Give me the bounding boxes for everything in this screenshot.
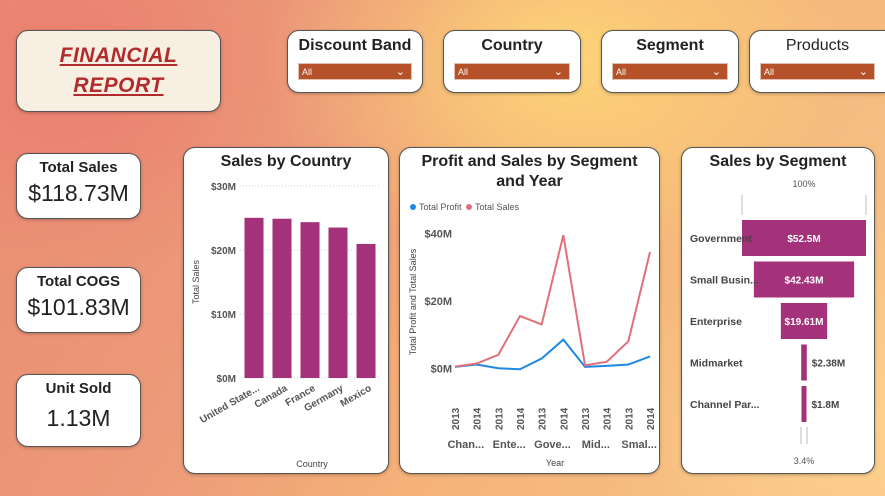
kpi-total-sales: Total Sales $118.73M xyxy=(16,153,141,219)
y-tick-label: $0M xyxy=(217,374,236,385)
x-group-label: Chan... xyxy=(447,439,484,451)
y-axis-label: Total Sales xyxy=(191,259,201,304)
funnel-top-label: 100% xyxy=(792,179,815,189)
funnel-value-label: $42.43M xyxy=(785,276,824,287)
chart-title: Sales by Segment xyxy=(709,153,847,170)
x-tick-year: 2014 xyxy=(559,407,570,430)
x-tick-year: 2014 xyxy=(473,407,484,430)
x-tick-year: 2013 xyxy=(451,407,462,430)
report-title-card: FINANCIAL REPORT xyxy=(16,30,221,112)
kpi-value: $118.73M xyxy=(28,180,129,206)
x-group-label: Mid... xyxy=(582,439,610,451)
x-tick-year: 2014 xyxy=(516,407,527,430)
dropdown-value: All xyxy=(302,67,313,77)
x-tick-year: 2013 xyxy=(581,407,592,430)
slicer-products: Products All ⌄ xyxy=(749,30,885,93)
dropdown-value: All xyxy=(764,67,775,77)
legend-marker xyxy=(466,204,472,210)
x-tick-year: 2013 xyxy=(624,407,635,430)
funnel-bar[interactable] xyxy=(801,386,807,422)
bar[interactable] xyxy=(300,222,320,378)
kpi-label: Total COGS xyxy=(36,273,121,290)
profit-sales-chart[interactable]: Total Profit Total Sales $0M $20M $40M Total … xyxy=(400,190,659,473)
x-tick-year: 2013 xyxy=(538,407,549,430)
x-tick-label: Canada xyxy=(253,383,290,411)
slicer-country: Country All ⌄ xyxy=(443,30,581,93)
slicer-label: Segment xyxy=(636,37,704,54)
slicer-segment: Segment All ⌄ xyxy=(601,30,739,93)
y-tick-label: $10M xyxy=(211,310,236,321)
funnel-bottom-label: 3.4% xyxy=(794,456,815,466)
x-tick-label: United State... xyxy=(198,383,261,426)
profit-line[interactable] xyxy=(454,338,651,371)
funnel-bar[interactable] xyxy=(801,344,807,381)
y-tick-label: $20M xyxy=(424,296,452,308)
bar[interactable] xyxy=(356,243,376,378)
kpi-label: Unit Sold xyxy=(45,380,112,397)
kpi-unit-sold: Unit Sold 1.13M xyxy=(16,374,141,447)
y-axis-label: Total Profit and Total Sales xyxy=(408,248,418,355)
slicer-label: Country xyxy=(481,37,543,54)
x-tick-year: 2014 xyxy=(646,407,657,430)
sales-by-segment-chart[interactable]: 100% Government $52.5M Small Busin... $42.43… xyxy=(682,170,874,470)
chevron-down-icon: ⌄ xyxy=(711,66,721,78)
x-group-label: Gove... xyxy=(534,439,571,451)
chevron-down-icon: ⌄ xyxy=(395,66,405,78)
legend-label[interactable]: Total Sales xyxy=(475,202,520,212)
funnel-category-label: Enterprise xyxy=(690,316,742,328)
slicer-discount-band: Discount Band All ⌄ xyxy=(287,30,423,93)
x-axis-label: Year xyxy=(546,458,564,468)
x-tick-year: 2014 xyxy=(603,407,614,430)
report-title-line1: FINANCIAL xyxy=(59,44,178,67)
sales-by-country-chart[interactable]: $0M $10M $20M $30M Total Sales United State..… xyxy=(184,170,388,470)
kpi-value: 1.13M xyxy=(46,405,111,431)
kpi-label: Total Sales xyxy=(39,159,118,176)
chevron-down-icon: ⌄ xyxy=(553,66,563,78)
sales-by-country-panel: Sales by Country $0M $10M $20M $30M Total Sa… xyxy=(183,147,389,474)
x-group-label: Ente... xyxy=(493,439,526,451)
dropdown-value: All xyxy=(458,67,469,77)
funnel-value-label: $2.38M xyxy=(812,359,845,370)
sales-by-segment-panel: Sales by Segment 100% Government $52.5M Sma… xyxy=(681,147,875,474)
funnel-value-label: $52.5M xyxy=(787,234,820,245)
slicer-label: Products xyxy=(785,37,850,54)
legend-label[interactable]: Total Profit xyxy=(419,202,462,212)
chart-title: Sales by Country xyxy=(220,153,352,170)
funnel-category-label: Midmarket xyxy=(690,358,743,370)
funnel-category-label: Small Busin... xyxy=(690,275,759,287)
kpi-value: $101.83M xyxy=(27,294,130,320)
y-tick-label: $30M xyxy=(211,182,236,193)
y-tick-label: $40M xyxy=(424,228,452,240)
segment-dropdown[interactable]: All ⌄ xyxy=(612,63,728,80)
products-dropdown[interactable]: All ⌄ xyxy=(760,63,875,80)
y-tick-label: $20M xyxy=(211,246,236,257)
legend-marker xyxy=(410,204,416,210)
funnel-value-label: $19.61M xyxy=(785,317,824,328)
chevron-down-icon: ⌄ xyxy=(858,66,868,78)
country-dropdown[interactable]: All ⌄ xyxy=(454,63,570,80)
y-tick-label: $0M xyxy=(431,363,452,375)
bar[interactable] xyxy=(244,217,264,378)
bar[interactable] xyxy=(272,218,292,378)
funnel-category-label: Channel Par... xyxy=(690,399,760,411)
slicer-label: Discount Band xyxy=(298,37,412,54)
sales-line[interactable] xyxy=(454,234,651,368)
x-group-label: Smal... xyxy=(621,439,656,451)
kpi-total-cogs: Total COGS $101.83M xyxy=(16,267,141,333)
profit-sales-panel: Profit and Sales by Segment and Year Tot… xyxy=(399,147,660,474)
x-tick-year: 2013 xyxy=(494,407,505,430)
discount-band-dropdown[interactable]: All ⌄ xyxy=(298,63,412,80)
dropdown-value: All xyxy=(616,67,627,77)
x-tick-label: Mexico xyxy=(339,383,374,409)
report-title-line2: REPORT xyxy=(73,74,164,97)
x-axis-label: Country xyxy=(296,459,328,469)
funnel-value-label: $1.8M xyxy=(812,400,840,411)
funnel-category-label: Government xyxy=(690,233,752,245)
chart-title: Profit and Sales by Segment and Year xyxy=(421,153,638,190)
bar[interactable] xyxy=(328,227,348,378)
